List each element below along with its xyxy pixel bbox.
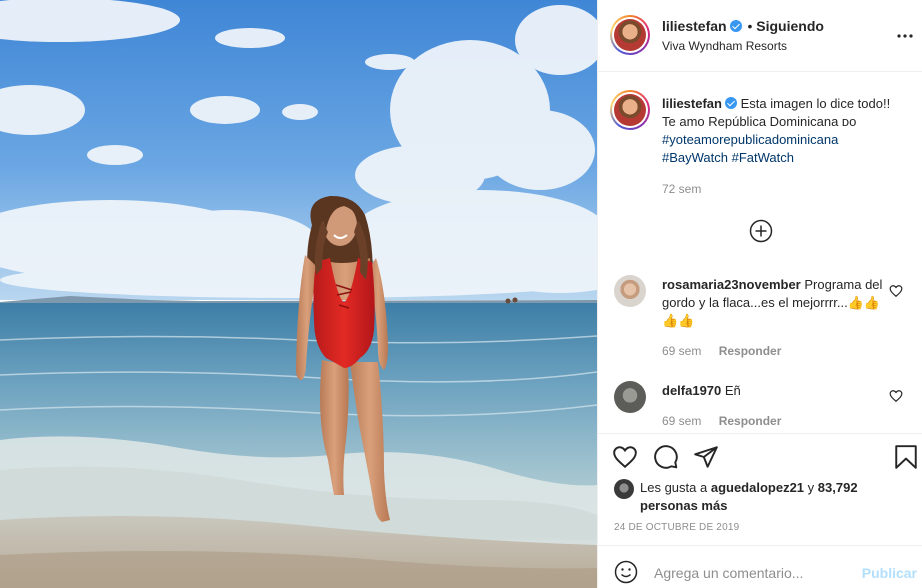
bookmark-icon[interactable] xyxy=(893,444,919,470)
likes-summary: Les gusta a aguedalopez21 y 83,792 perso… xyxy=(640,479,870,515)
follow-status-button[interactable]: Siguiendo xyxy=(756,18,824,34)
story-ring[interactable] xyxy=(610,15,650,55)
caption-username[interactable]: liliestefan xyxy=(662,96,722,111)
reply-button[interactable]: Responder xyxy=(719,344,782,358)
comment-time[interactable]: 69 sem xyxy=(662,414,701,428)
post-photo[interactable] xyxy=(0,0,597,588)
post-header: liliestefan • Siguiendo Viva Wyndham Res… xyxy=(598,0,922,72)
post-sidebar: liliestefan • Siguiendo Viva Wyndham Res… xyxy=(597,0,922,588)
comment: delfa1970 Eñ xyxy=(662,382,888,400)
likes-prefix: Les gusta a xyxy=(640,480,708,495)
comment-time[interactable]: 69 sem xyxy=(662,344,701,358)
comment-username[interactable]: delfa1970 xyxy=(662,383,721,398)
commenter-avatar[interactable] xyxy=(614,381,646,413)
comment-input[interactable]: Agrega un comentario... xyxy=(654,565,803,581)
verified-badge-icon xyxy=(729,20,742,32)
location-link[interactable]: Viva Wyndham Resorts xyxy=(662,39,787,53)
heart-icon[interactable] xyxy=(612,444,638,470)
comment: rosamaria23november Programa del gordo y… xyxy=(662,276,888,330)
divider xyxy=(598,433,922,434)
liker-username[interactable]: aguedalopez21 xyxy=(711,480,804,495)
hashtag-link[interactable]: #BayWatch xyxy=(662,150,728,165)
smiley-icon[interactable] xyxy=(614,560,638,584)
comment-text: Eñ xyxy=(724,383,741,398)
beach-photo xyxy=(0,0,597,588)
post-date[interactable]: 24 DE OCTUBRE DE 2019 xyxy=(614,522,739,533)
liker-avatar[interactable] xyxy=(614,479,634,499)
commenter-avatar[interactable] xyxy=(614,275,646,307)
reply-button[interactable]: Responder xyxy=(719,414,782,428)
heart-icon[interactable] xyxy=(889,389,903,403)
avatar xyxy=(614,19,646,51)
instagram-post: liliestefan • Siguiendo Viva Wyndham Res… xyxy=(0,0,922,588)
separator-dot: • xyxy=(747,18,753,34)
verified-badge-icon xyxy=(724,97,737,109)
caption-time[interactable]: 72 sem xyxy=(662,182,701,196)
more-horizontal-icon[interactable] xyxy=(895,27,915,45)
plus-circle-icon[interactable] xyxy=(749,219,773,243)
heart-icon[interactable] xyxy=(889,284,903,298)
caption: liliestefan Esta imagen lo dice todo!! T… xyxy=(662,95,902,167)
comment-icon[interactable] xyxy=(653,444,679,470)
send-icon[interactable] xyxy=(693,444,719,470)
caption-avatar[interactable] xyxy=(610,90,650,130)
publish-button[interactable]: Publicar xyxy=(862,565,917,581)
header-username[interactable]: liliestefan xyxy=(662,18,727,34)
comment-username[interactable]: rosamaria23november xyxy=(662,277,801,292)
hashtag-link[interactable]: #FatWatch xyxy=(732,150,794,165)
hashtag-link[interactable]: #yoteamorepublicadominicana xyxy=(662,132,838,147)
likes-conjunction: y xyxy=(807,480,815,495)
add-comment-bar: Agrega un comentario... Publicar xyxy=(598,545,922,588)
